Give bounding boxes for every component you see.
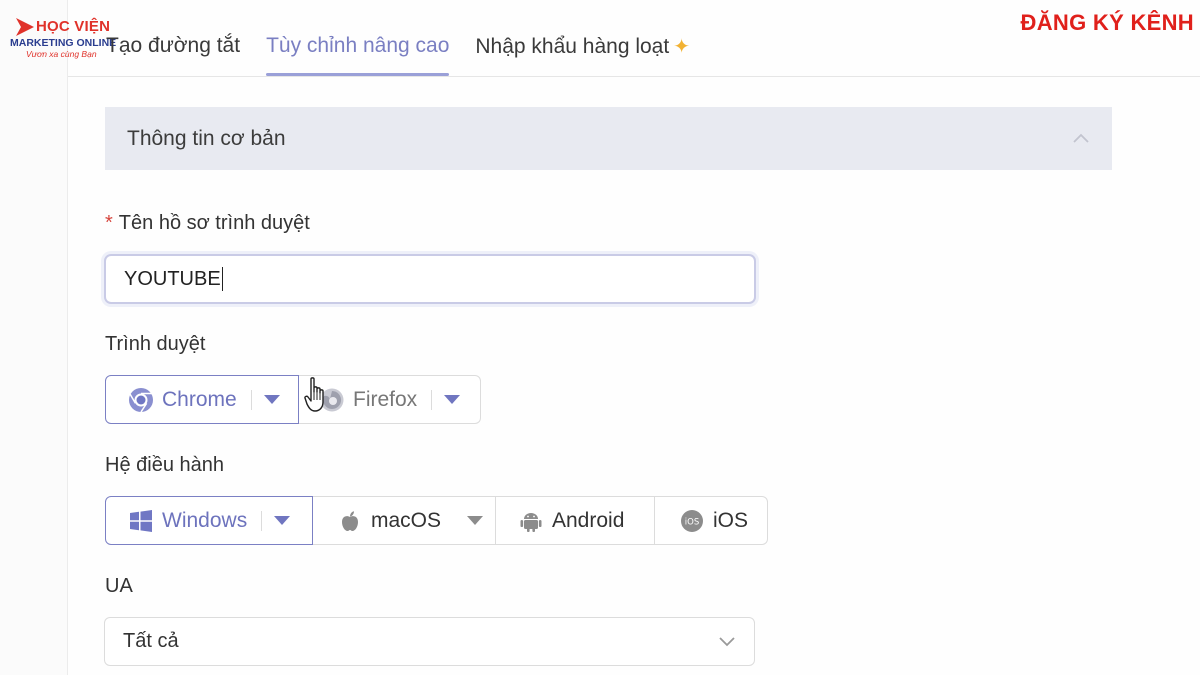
os-option-android[interactable]: Android <box>496 496 655 545</box>
tab-bar: Tạo đường tắt Tùy chỉnh nâng cao Nhập kh… <box>106 22 716 78</box>
tab-label: Nhập khẩu hàng loạt <box>475 35 670 58</box>
section-basic-info-header[interactable]: Thông tin cơ bản <box>105 107 1112 170</box>
chrome-icon <box>129 387 153 412</box>
logo-subtitle: MARKETING ONLINE <box>10 37 117 49</box>
os-option-label: Windows <box>162 508 248 532</box>
svg-text:iOS: iOS <box>685 517 699 527</box>
browser-option-label: Firefox <box>353 387 418 411</box>
profile-name-label-text: Tên hồ sơ trình duyệt <box>118 212 310 234</box>
os-option-windows[interactable]: Windows <box>105 496 313 545</box>
subscribe-label: ĐĂNG KÝ KÊNH <box>1020 10 1194 35</box>
profile-name-value: YOUTUBE <box>124 267 221 290</box>
ua-select-value: Tất cả <box>123 630 179 652</box>
tab-divider <box>68 76 1200 77</box>
logo-title: HỌC VIỆN <box>36 18 111 35</box>
logo-tagline: Vươn xa cùng Bạn <box>26 49 97 59</box>
section-title: Thông tin cơ bản <box>127 126 286 150</box>
caret-down-icon[interactable] <box>444 395 461 404</box>
tab-create-shortcut[interactable]: Tạo đường tắt <box>106 22 240 76</box>
os-option-ios[interactable]: iOS iOS <box>655 496 768 545</box>
caret-down-icon[interactable] <box>274 516 291 525</box>
divider <box>261 510 263 531</box>
os-option-macos[interactable]: macOS <box>313 496 496 545</box>
ua-select[interactable]: Tất cả <box>104 617 755 666</box>
caret-down-icon[interactable] <box>263 395 280 404</box>
divider <box>431 389 433 410</box>
browser-label: Trình duyệt <box>105 333 206 355</box>
profile-name-label: * Tên hồ sơ trình duyệt <box>105 212 310 235</box>
windows-icon <box>130 509 152 532</box>
chevron-down-icon[interactable] <box>718 636 736 648</box>
sparkle-icon: ✦ <box>673 36 690 58</box>
logo: HỌC VIỆN MARKETING ONLINE Vươn xa cùng B… <box>8 14 116 62</box>
tab-label: Tạo đường tắt <box>106 34 241 57</box>
browser-option-chrome[interactable]: Chrome <box>105 375 299 424</box>
tab-bulk-import[interactable]: Nhập khẩu hàng loạt ✦ <box>475 22 690 76</box>
apple-icon <box>342 510 358 531</box>
tab-label: Tùy chỉnh nâng cao <box>266 34 450 57</box>
os-label: Hệ điều hành <box>105 454 224 476</box>
os-option-label: iOS <box>713 508 749 532</box>
required-mark: * <box>105 212 113 234</box>
caret-down-icon[interactable] <box>467 516 484 525</box>
os-option-label: Android <box>552 508 625 532</box>
logo-mark-icon <box>16 18 34 36</box>
browser-selector: Chrome Firefox <box>105 375 481 424</box>
android-icon <box>520 512 542 532</box>
tab-advanced-custom[interactable]: Tùy chỉnh nâng cao <box>266 22 450 76</box>
ua-label: UA <box>105 575 133 597</box>
text-caret <box>221 267 224 291</box>
left-rail <box>0 0 68 675</box>
os-option-label: macOS <box>371 508 442 532</box>
os-selector: Windows macOS Android iOS iOS <box>105 496 768 545</box>
divider <box>250 389 252 410</box>
hand-cursor-icon <box>304 377 324 412</box>
ios-icon: iOS <box>681 509 703 532</box>
browser-option-label: Chrome <box>162 387 237 411</box>
profile-name-input[interactable]: YOUTUBE <box>104 254 756 304</box>
chevron-up-icon[interactable] <box>1072 130 1090 148</box>
